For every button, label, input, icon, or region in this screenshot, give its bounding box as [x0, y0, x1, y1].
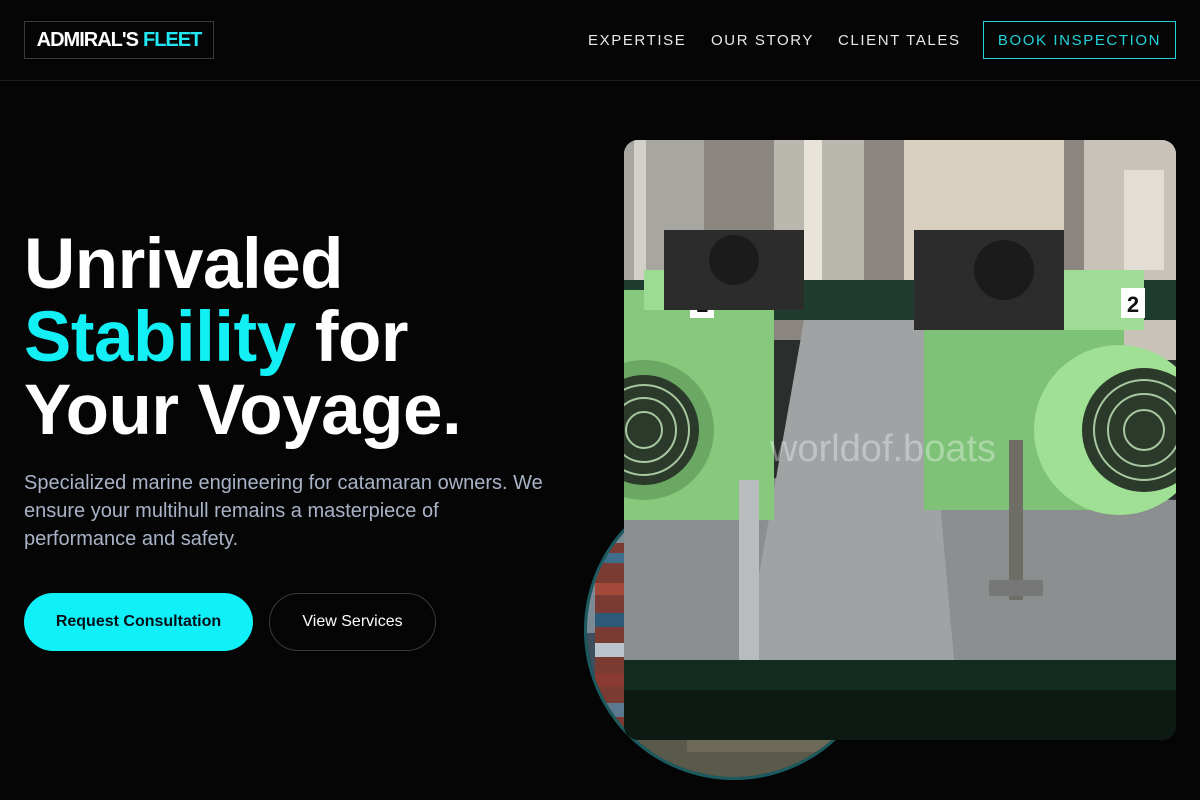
- request-consultation-button[interactable]: Request Consultation: [24, 593, 253, 651]
- nav-link-client-tales[interactable]: CLIENT TALES: [838, 32, 961, 49]
- brand-logo[interactable]: ADMIRAL'S FLEET: [24, 21, 214, 59]
- hero-title-line3: Your Voyage.: [24, 371, 462, 450]
- hero-title-line1: Unrivaled: [24, 225, 344, 304]
- brand-name-part2: FLEET: [142, 28, 202, 51]
- nav-link-expertise[interactable]: EXPERTISE: [588, 32, 686, 49]
- nav-link-our-story[interactable]: OUR STORY: [711, 32, 814, 49]
- motor-label-2: 2: [1127, 292, 1139, 317]
- view-services-button[interactable]: View Services: [269, 593, 436, 651]
- hero-title-accent: Stability: [24, 298, 296, 377]
- photo-watermark: worldof.boats: [770, 428, 997, 470]
- hero-title: Unrivaled Stability for Your Voyage.: [24, 228, 584, 447]
- brand-name-part1: ADMIRAL'S: [36, 28, 139, 51]
- book-inspection-button[interactable]: BOOK INSPECTION: [983, 21, 1176, 59]
- hero-subtitle: Specialized marine engineering for catam…: [24, 472, 543, 550]
- hero-title-rest: for: [295, 298, 409, 377]
- site-header: ADMIRAL'S FLEET EXPERTISE OUR STORY CLIEN…: [0, 0, 1200, 81]
